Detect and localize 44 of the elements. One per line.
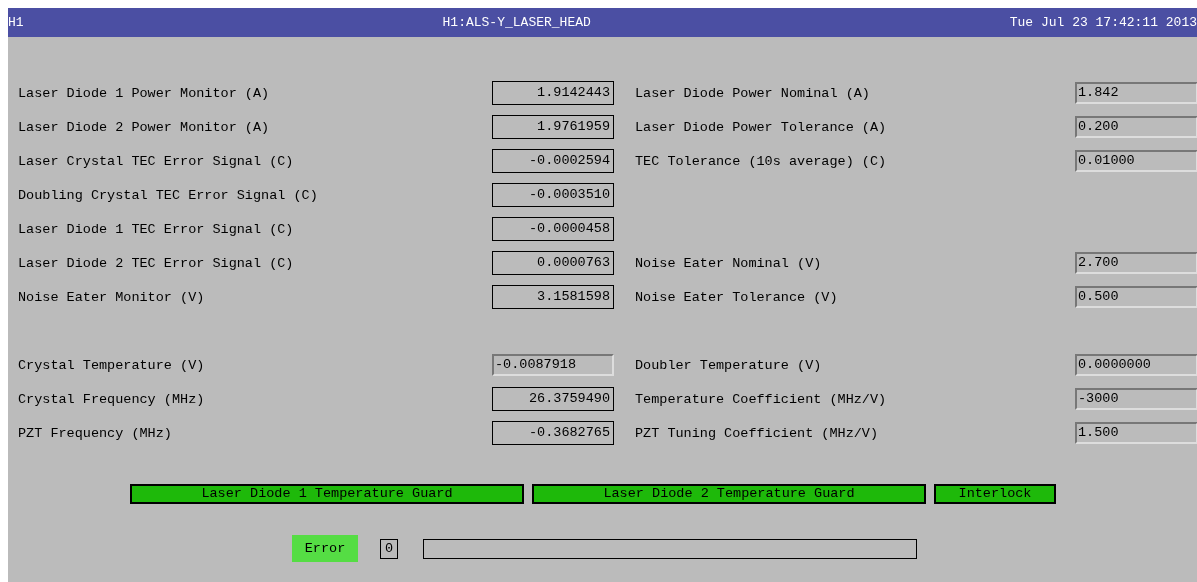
timestamp: Tue Jul 23 17:42:11 2013 <box>1009 15 1197 30</box>
entry-field[interactable]: -3000 <box>1075 388 1197 410</box>
entry-field[interactable]: 0.200 <box>1075 116 1197 138</box>
monitor-field: 1.9761959 <box>492 115 614 139</box>
error-button[interactable]: Error <box>292 535 358 562</box>
field-label: Laser Crystal TEC Error Signal (C) <box>18 153 295 169</box>
field-label: PZT Frequency (MHz) <box>18 425 173 441</box>
field-label: Doubling Crystal TEC Error Signal (C) <box>18 187 319 203</box>
status-indicator: Laser Diode 2 Temperature Guard <box>532 484 926 504</box>
field-label: Laser Diode 2 TEC Error Signal (C) <box>18 255 295 271</box>
monitor-field: 1.9142443 <box>492 81 614 105</box>
field-label: Crystal Temperature (V) <box>18 357 206 373</box>
field-label: Laser Diode Power Nominal (A) <box>634 85 871 101</box>
field-label: Laser Diode 1 TEC Error Signal (C) <box>18 221 295 237</box>
window-title: H1:ALS-Y_LASER_HEAD <box>442 15 591 30</box>
entry-field[interactable]: 1.500 <box>1075 422 1197 444</box>
status-indicator: Interlock <box>934 484 1056 504</box>
monitor-field: -0.0003510 <box>492 183 614 207</box>
field-label: Noise Eater Monitor (V) <box>18 289 206 305</box>
field-label: Noise Eater Tolerance (V) <box>634 289 839 305</box>
monitor-field: 3.1581598 <box>492 285 614 309</box>
field-label: Doubler Temperature (V) <box>634 357 823 373</box>
field-label: Laser Diode Power Tolerance (A) <box>634 119 888 135</box>
status-indicator: Laser Diode 1 Temperature Guard <box>130 484 524 504</box>
site-label: H1 <box>8 15 24 30</box>
entry-field[interactable]: 0.500 <box>1075 286 1197 308</box>
entry-field[interactable]: 1.842 <box>1075 82 1197 104</box>
field-label: TEC Tolerance (10s average) (C) <box>634 153 888 169</box>
field-label: Laser Diode 1 Power Monitor (A) <box>18 85 271 101</box>
field-label: Laser Diode 2 Power Monitor (A) <box>18 119 271 135</box>
monitor-field: 26.3759490 <box>492 387 614 411</box>
entry-field[interactable]: 2.700 <box>1075 252 1197 274</box>
entry-field[interactable]: 0.0000000 <box>1075 354 1197 376</box>
field-label: Noise Eater Nominal (V) <box>634 255 823 271</box>
monitor-field: -0.3682765 <box>492 421 614 445</box>
field-label: Temperature Coefficient (MHz/V) <box>634 391 888 407</box>
monitor-field: -0.0000458 <box>492 217 614 241</box>
entry-field[interactable]: 0.01000 <box>1075 150 1197 172</box>
monitor-field: 0.0000763 <box>492 251 614 275</box>
monitor-field: -0.0002594 <box>492 149 614 173</box>
field-label: Crystal Frequency (MHz) <box>18 391 206 407</box>
error-code: 0 <box>380 538 398 559</box>
entry-field[interactable]: -0.0087918 <box>492 354 614 376</box>
field-label: PZT Tuning Coefficient (MHz/V) <box>634 425 880 441</box>
